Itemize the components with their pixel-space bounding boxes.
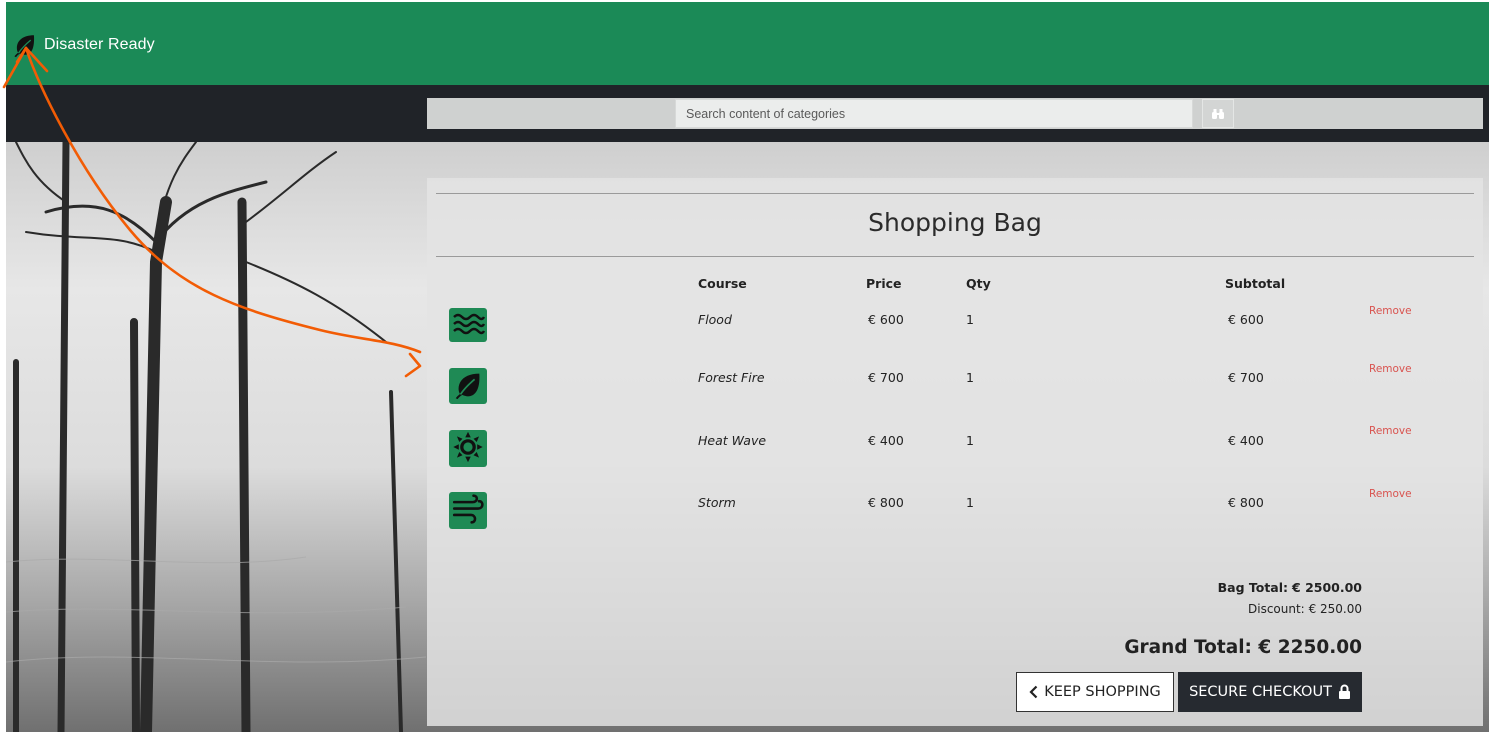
divider — [436, 193, 1474, 194]
bag-total-value: € 2500.00 — [1292, 580, 1362, 595]
brand-link[interactable]: Disaster Ready — [12, 32, 155, 58]
app-frame: Disaster Ready Search content of categor… — [6, 2, 1489, 732]
shopping-bag-panel: Shopping Bag Course Price Qty Subtotal F… — [427, 178, 1483, 726]
discount-value: € 250.00 — [1308, 602, 1362, 616]
bag-total-label: Bag Total: — [1217, 580, 1289, 595]
leaf-icon — [14, 35, 35, 58]
keep-shopping-label: KEEP SHOPPING — [1044, 684, 1161, 700]
item-qty: 1 — [966, 312, 974, 327]
search-bar-band — [6, 85, 1489, 142]
column-header-subtotal: Subtotal — [1225, 276, 1286, 291]
grand-total-value: € 2250.00 — [1258, 637, 1362, 658]
discount-label: Discount: — [1248, 602, 1305, 616]
remove-link[interactable]: Remove — [1369, 305, 1412, 317]
column-header-course: Course — [698, 276, 747, 291]
column-header-price: Price — [866, 276, 902, 291]
brand-name: Disaster Ready — [44, 36, 155, 53]
wind-icon — [449, 492, 487, 529]
divider — [436, 256, 1474, 257]
grand-total: Grand Total: € 2250.00 — [1124, 637, 1362, 658]
keep-shopping-button[interactable]: KEEP SHOPPING — [1016, 672, 1174, 712]
item-price: € 800 — [868, 495, 904, 510]
search-input[interactable] — [675, 99, 1193, 128]
search-button[interactable] — [1202, 99, 1234, 128]
item-subtotal: € 600 — [1228, 312, 1264, 327]
item-name: Heat Wave — [698, 433, 767, 448]
remove-link[interactable]: Remove — [1369, 425, 1412, 437]
search-strip — [427, 98, 1483, 129]
item-name: Forest Fire — [698, 370, 765, 385]
secure-checkout-label: SECURE CHECKOUT — [1189, 684, 1332, 700]
binoculars-icon — [1212, 108, 1224, 119]
item-subtotal: € 700 — [1228, 370, 1264, 385]
sun-icon — [449, 430, 487, 467]
secure-checkout-button[interactable]: SECURE CHECKOUT — [1178, 672, 1362, 712]
item-name: Flood — [698, 312, 732, 327]
flood-waves-icon — [449, 308, 487, 342]
item-qty: 1 — [966, 495, 974, 510]
item-qty: 1 — [966, 433, 974, 448]
item-subtotal: € 400 — [1228, 433, 1264, 448]
page-title: Shopping Bag — [868, 208, 1042, 237]
item-name: Storm — [698, 495, 736, 510]
discount: Discount: € 250.00 — [1248, 602, 1362, 616]
item-price: € 400 — [868, 433, 904, 448]
bag-total: Bag Total: € 2500.00 — [1218, 580, 1362, 595]
remove-link[interactable]: Remove — [1369, 363, 1412, 375]
item-qty: 1 — [966, 370, 974, 385]
leaf-icon — [449, 368, 487, 404]
grand-total-label: Grand Total: — [1124, 637, 1252, 658]
remove-link[interactable]: Remove — [1369, 488, 1412, 500]
top-header: Disaster Ready — [6, 2, 1489, 85]
item-price: € 600 — [868, 312, 904, 327]
item-subtotal: € 800 — [1228, 495, 1264, 510]
item-price: € 700 — [868, 370, 904, 385]
chevron-left-icon — [1029, 685, 1038, 699]
column-header-qty: Qty — [966, 276, 991, 291]
lock-icon — [1338, 684, 1350, 699]
